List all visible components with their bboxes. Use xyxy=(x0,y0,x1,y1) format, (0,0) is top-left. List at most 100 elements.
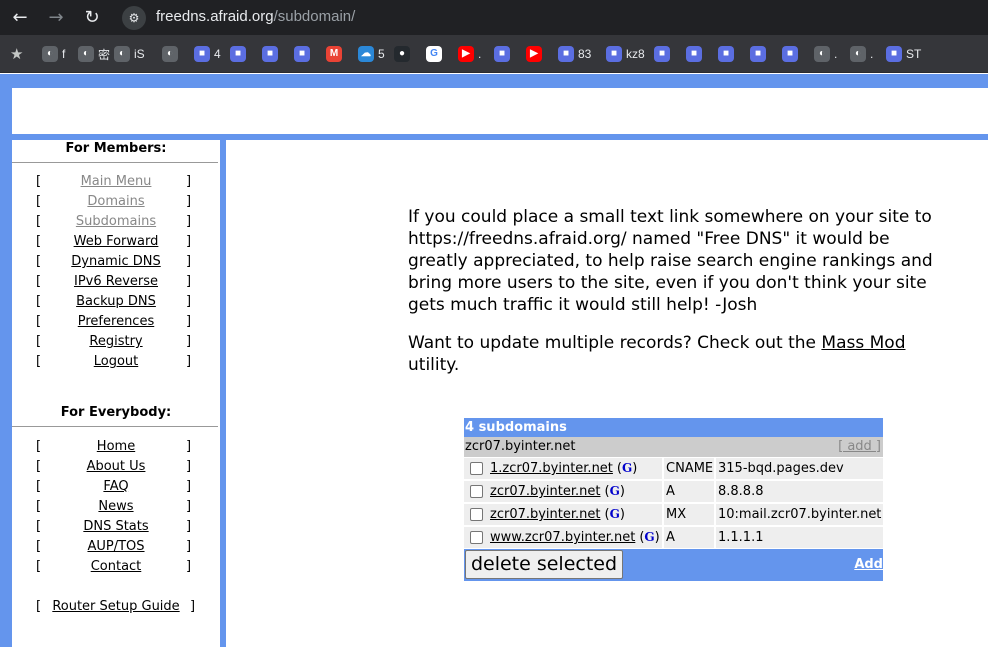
bookmark-item[interactable]: ◐. xyxy=(814,45,837,63)
google-lookup-link[interactable]: (G) xyxy=(639,527,659,548)
sidebar-item-domains[interactable]: [Domains] xyxy=(12,192,220,212)
sidebar-link[interactable]: Home xyxy=(97,439,135,454)
bookmark-item[interactable]: ■ 4 xyxy=(194,45,221,63)
bookmark-label: kz8 xyxy=(626,47,645,61)
record-type-cell: A xyxy=(664,481,714,502)
table-row: zcr07.byinter.net (G) A 8.8.8.8 xyxy=(464,480,883,503)
globe-icon: ◐ xyxy=(814,46,830,62)
google-lookup-link[interactable]: (G) xyxy=(605,481,625,502)
bookmark-item[interactable]: ◐. xyxy=(850,45,873,63)
bracket-right: ] xyxy=(186,439,192,454)
bookmark-item[interactable]: ■ xyxy=(654,45,674,63)
bookmark-item[interactable]: ■ xyxy=(262,45,282,63)
router-setup-guide-link[interactable]: Router Setup Guide xyxy=(52,599,179,614)
delete-selected-button[interactable]: delete selected xyxy=(465,550,623,579)
forward-arrow-icon[interactable]: → xyxy=(44,6,68,30)
sidebar-item-ipv6-reverse[interactable]: [IPv6 Reverse] xyxy=(12,272,220,292)
bookmark-item[interactable]: ■ xyxy=(294,45,314,63)
bookmark-item[interactable]: ■ xyxy=(230,45,250,63)
sidebar-item-router-setup-guide[interactable]: [ Router Setup Guide ] xyxy=(12,597,220,617)
everybody-menu: [Home][About Us][FAQ][News][DNS Stats][A… xyxy=(12,437,220,577)
bookmark-label: ST xyxy=(906,47,922,61)
sidebar-link[interactable]: Domains xyxy=(87,194,144,209)
bookmark-item[interactable]: ▶. xyxy=(458,45,481,63)
sidebar-item-faq[interactable]: [FAQ] xyxy=(12,477,220,497)
sidebar-link[interactable]: About Us xyxy=(87,459,146,474)
bookmark-item[interactable]: ◐ f xyxy=(42,45,65,63)
sidebar-item-contact[interactable]: [Contact] xyxy=(12,557,220,577)
sidebar-item-main-menu[interactable]: [Main Menu] xyxy=(12,172,220,192)
record-name-link[interactable]: zcr07.byinter.net xyxy=(490,481,601,502)
record-checkbox[interactable] xyxy=(470,531,483,544)
sidebar-item-preferences[interactable]: [Preferences] xyxy=(12,312,220,332)
sidebar-item-dynamic-dns[interactable]: [Dynamic DNS] xyxy=(12,252,220,272)
google-lookup-link[interactable]: (G) xyxy=(617,458,637,479)
reload-icon[interactable]: ↻ xyxy=(80,6,104,30)
sidebar-link[interactable]: Registry xyxy=(89,334,142,349)
bookmark-item[interactable]: G xyxy=(426,45,446,63)
sidebar-item-registry[interactable]: [Registry] xyxy=(12,332,220,352)
sidebar-item-subdomains[interactable]: [Subdomains] xyxy=(12,212,220,232)
sidebar-link[interactable]: Subdomains xyxy=(76,214,156,229)
bookmark-item[interactable]: ■ ST xyxy=(886,45,921,63)
mass-mod-link[interactable]: Mass Mod xyxy=(821,333,905,353)
bookmark-item[interactable]: ☁ 5 xyxy=(358,45,385,63)
sidebar-item-logout[interactable]: [Logout] xyxy=(12,352,220,372)
sidebar-link[interactable]: FAQ xyxy=(103,479,128,494)
add-subdomain-link[interactable]: [ add ] xyxy=(838,437,881,457)
link-request-text: If you could place a small text link som… xyxy=(408,207,933,315)
record-value-cell: 315-bqd.pages.dev xyxy=(716,458,883,479)
sidebar-item-news[interactable]: [News] xyxy=(12,497,220,517)
sidebar-link[interactable]: Contact xyxy=(91,559,142,574)
youtube-icon: ▶ xyxy=(526,46,542,62)
bookmark-item[interactable]: ◐ iS xyxy=(114,45,145,63)
record-name-link[interactable]: zcr07.byinter.net xyxy=(490,504,601,525)
url-host: freedns.afraid.org xyxy=(156,8,274,25)
sidebar-item-home[interactable]: [Home] xyxy=(12,437,220,457)
google-lookup-link[interactable]: (G) xyxy=(605,504,625,525)
site-info-icon[interactable]: ⚙ xyxy=(122,6,146,30)
table-footer: delete selected Add xyxy=(464,549,883,581)
record-checkbox[interactable] xyxy=(470,485,483,498)
bookmark-item[interactable]: ■ xyxy=(494,45,514,63)
bookmark-item[interactable]: ■ xyxy=(782,45,802,63)
sidebar-link[interactable]: Logout xyxy=(94,354,139,369)
sidebar-item-aup-tos[interactable]: [AUP/TOS] xyxy=(12,537,220,557)
record-checkbox[interactable] xyxy=(470,508,483,521)
url-text[interactable]: freedns.afraid.org/subdomain/ xyxy=(156,8,355,25)
table-row: 1.zcr07.byinter.net (G) CNAME 315-bqd.pages… xyxy=(464,457,883,480)
bookmark-item[interactable]: ■ xyxy=(718,45,738,63)
add-record-link[interactable]: Add xyxy=(854,557,883,572)
sidebar-link[interactable]: DNS Stats xyxy=(83,519,148,534)
sidebar-link[interactable]: IPv6 Reverse xyxy=(74,274,158,289)
bookmark-item[interactable]: M xyxy=(326,45,346,63)
sidebar-item-backup-dns[interactable]: [Backup DNS] xyxy=(12,292,220,312)
app-icon: ■ xyxy=(262,46,278,62)
sidebar-link[interactable]: News xyxy=(98,499,133,514)
sidebar-link[interactable]: Main Menu xyxy=(81,174,152,189)
everybody-heading: For Everybody: xyxy=(60,405,172,420)
sidebar-item-about-us[interactable]: [About Us] xyxy=(12,457,220,477)
record-name-link[interactable]: 1.zcr07.byinter.net xyxy=(490,458,613,479)
bookmark-item[interactable]: ■ 83 xyxy=(558,45,591,63)
sidebar-item-web-forward[interactable]: [Web Forward] xyxy=(12,232,220,252)
record-name-link[interactable]: www.zcr07.byinter.net xyxy=(490,527,635,548)
bookmark-item[interactable]: ▶ xyxy=(526,45,546,63)
sidebar-link[interactable]: Web Forward xyxy=(74,234,159,249)
sidebar-item-dns-stats[interactable]: [DNS Stats] xyxy=(12,517,220,537)
bookmark-item[interactable]: ■ kz8 xyxy=(606,45,645,63)
sidebar-link[interactable]: Preferences xyxy=(78,314,154,329)
bookmark-item[interactable]: ◐ 密 xyxy=(78,45,110,63)
sidebar-link[interactable]: Dynamic DNS xyxy=(71,254,160,269)
address-bar[interactable]: ⚙ freedns.afraid.org/subdomain/ xyxy=(116,3,988,32)
bookmark-item[interactable]: ■ xyxy=(686,45,706,63)
bookmarks-star-icon[interactable]: ★ xyxy=(10,45,23,63)
bookmark-item[interactable]: ◐ xyxy=(162,45,182,63)
record-checkbox[interactable] xyxy=(470,462,483,475)
sidebar-link[interactable]: Backup DNS xyxy=(76,294,156,309)
sidebar-link[interactable]: AUP/TOS xyxy=(87,539,144,554)
bookmark-item[interactable]: ● xyxy=(394,45,414,63)
bookmark-item[interactable]: ■ xyxy=(750,45,770,63)
record-type-cell: MX xyxy=(664,504,714,525)
back-arrow-icon[interactable]: ← xyxy=(8,6,32,30)
